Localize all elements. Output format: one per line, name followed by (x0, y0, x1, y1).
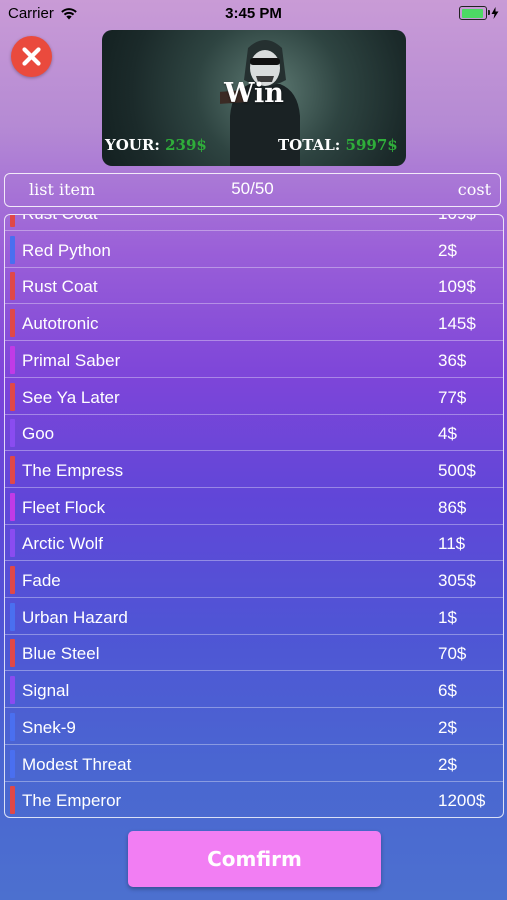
list-item[interactable]: Autotronic 145$ (5, 305, 503, 342)
item-cost: 70$ (438, 644, 467, 664)
item-cost: 2$ (438, 240, 457, 260)
item-count: 50/50 (231, 179, 274, 198)
list-item[interactable]: Fleet Flock 86$ (5, 489, 503, 525)
rarity-indicator (10, 602, 15, 631)
your-value: 239$ (165, 136, 207, 154)
item-name: Rust Coat (22, 277, 98, 297)
rarity-indicator (10, 455, 15, 484)
item-cost: 2$ (438, 717, 457, 737)
list-item[interactable]: Rust Coat 109$ (5, 268, 503, 305)
total-winnings: TOTAL: 5997$ (278, 136, 398, 154)
item-name: Goo (22, 424, 55, 444)
item-cost: 4$ (438, 424, 457, 444)
list-item[interactable]: See Ya Later 77$ (5, 379, 503, 415)
list-item[interactable]: Fade 305$ (5, 562, 503, 598)
item-cost: 11$ (438, 534, 466, 554)
item-name: Fleet Flock (22, 497, 106, 517)
item-name: Fade (22, 571, 61, 590)
close-button[interactable] (11, 36, 52, 77)
rarity-indicator (10, 639, 15, 668)
charging-icon (491, 7, 499, 19)
list-item[interactable]: Snek-9 2$ (5, 709, 503, 745)
close-icon (22, 47, 41, 66)
list-header: list item 50/50 cost (4, 173, 501, 207)
total-label: TOTAL: (278, 136, 341, 154)
battery-icon (459, 6, 499, 20)
item-cost: 305$ (438, 571, 476, 590)
rarity-indicator (10, 215, 15, 227)
item-cost: 1$ (438, 607, 457, 627)
list-item[interactable]: The Emperor 1200$ (5, 782, 503, 817)
item-name: See Ya Later (22, 387, 120, 407)
rarity-indicator (10, 676, 15, 705)
item-cost: 109$ (438, 277, 476, 297)
list-item[interactable]: Goo 4$ (5, 415, 503, 452)
item-name: The Emperor (22, 791, 122, 811)
item-cost: 1200$ (438, 791, 486, 811)
item-name: Autotronic (22, 314, 99, 334)
rarity-indicator (10, 235, 15, 264)
list-item[interactable]: Rust Coat 109$ (5, 215, 503, 231)
total-value: 5997$ (345, 136, 398, 154)
item-name: Rust Coat (22, 215, 98, 224)
list-item[interactable]: Modest Threat 2$ (5, 746, 503, 782)
item-cost: 145$ (438, 314, 476, 334)
rarity-indicator (10, 272, 15, 301)
item-name: Urban Hazard (22, 607, 128, 627)
list-item[interactable]: Signal 6$ (5, 672, 503, 709)
cost-header: cost (457, 180, 491, 199)
rarity-indicator (10, 566, 15, 594)
rarity-indicator (10, 749, 15, 778)
confirm-button[interactable]: Comfirm (128, 831, 381, 887)
rarity-indicator (10, 786, 15, 815)
item-cost: 2$ (438, 754, 457, 774)
list-item[interactable]: Red Python 2$ (5, 232, 503, 268)
item-name: Red Python (22, 240, 111, 260)
rarity-indicator (10, 492, 15, 521)
item-name: Primal Saber (22, 350, 121, 370)
status-bar: Carrier 3:45 PM (0, 0, 507, 28)
item-cost: 109$ (438, 215, 476, 224)
item-list[interactable]: Rust Coat 109$ Red Python 2$ Rust Coat 109$ Au… (4, 214, 504, 818)
item-name: Blue Steel (22, 644, 100, 664)
item-name: Modest Threat (22, 754, 132, 774)
item-cost: 6$ (438, 681, 457, 701)
item-name: Arctic Wolf (22, 534, 103, 554)
rarity-indicator (10, 309, 15, 338)
item-cost: 500$ (438, 460, 476, 480)
list-item[interactable]: Arctic Wolf 11$ (5, 525, 503, 562)
rarity-indicator (10, 712, 15, 741)
item-cost: 36$ (438, 350, 467, 370)
clock: 3:45 PM (225, 5, 282, 22)
list-item[interactable]: Urban Hazard 1$ (5, 599, 503, 635)
rarity-indicator (10, 345, 15, 374)
your-winnings: YOUR: 239$ (105, 136, 207, 154)
item-name: Snek-9 (22, 717, 76, 737)
your-label: YOUR: (105, 136, 160, 154)
item-cost: 86$ (438, 497, 467, 517)
rarity-indicator (10, 529, 15, 558)
win-banner: Win YOUR: 239$ TOTAL: 5997$ (102, 30, 406, 166)
item-cost: 77$ (438, 387, 467, 407)
list-item[interactable]: Primal Saber 36$ (5, 342, 503, 378)
rarity-indicator (10, 382, 15, 411)
item-name: Signal (22, 681, 70, 701)
rarity-indicator (10, 419, 15, 448)
list-item[interactable]: Blue Steel 70$ (5, 635, 503, 672)
list-item[interactable]: The Empress 500$ (5, 452, 503, 488)
win-title: Win (224, 78, 284, 109)
item-name: The Empress (22, 460, 124, 480)
